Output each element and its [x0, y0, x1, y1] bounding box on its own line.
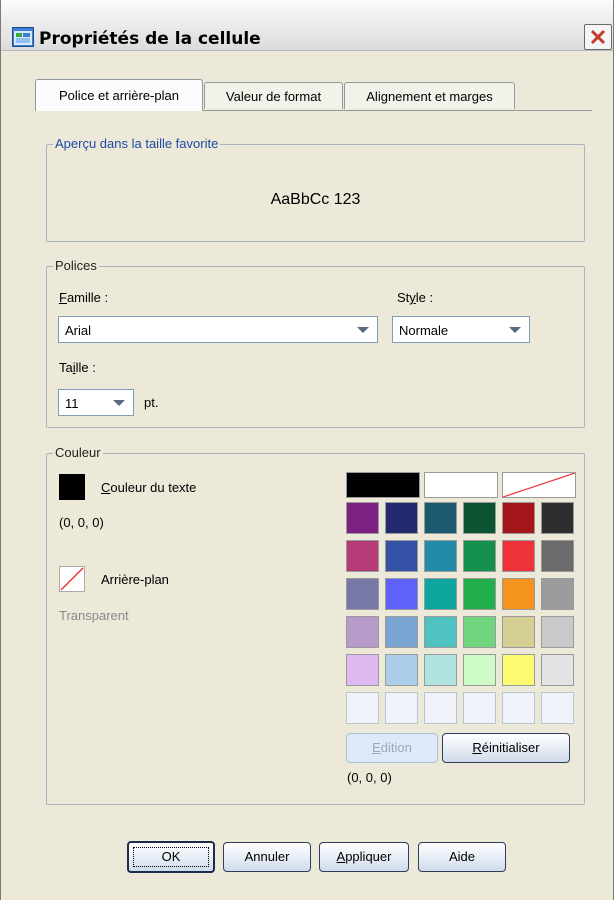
tab-label: Valeur de format — [225, 89, 322, 104]
tab-alignment-margins[interactable]: Alignement et marges — [344, 82, 515, 109]
palette-swatch[interactable] — [424, 578, 457, 610]
palette-swatch[interactable] — [346, 502, 379, 534]
font-family-select[interactable]: Arial — [58, 316, 378, 343]
palette-swatch[interactable] — [346, 616, 379, 648]
apply-button-label: Appliquer — [336, 849, 392, 864]
dialog-window: Propriétés de la cellule Police et arriè… — [0, 0, 614, 900]
palette-swatch[interactable] — [424, 654, 457, 686]
color-legend: Couleur — [53, 445, 103, 460]
palette-swatch[interactable] — [346, 692, 379, 724]
palette-swatch[interactable] — [541, 540, 574, 572]
edit-button-label: Edition — [372, 740, 412, 755]
palette-swatch[interactable] — [541, 616, 574, 648]
text-color-label[interactable]: Couleur du texte — [101, 480, 196, 495]
title-bar: Propriétés de la cellule — [1, 0, 613, 51]
palette-transparent-swatch[interactable] — [502, 472, 576, 498]
tab-font-background[interactable]: Police et arrière-plan — [35, 79, 203, 111]
transparent-icon — [60, 567, 84, 591]
tab-label: Police et arrière-plan — [59, 88, 179, 103]
size-label: Taille : — [59, 360, 96, 375]
palette-swatch[interactable] — [424, 616, 457, 648]
background-label[interactable]: Arrière-plan — [101, 572, 169, 587]
background-value: Transparent — [59, 608, 129, 623]
palette-swatch[interactable] — [346, 472, 420, 498]
palette-swatch[interactable] — [424, 692, 457, 724]
palette-swatch[interactable] — [502, 616, 535, 648]
palette-swatch[interactable] — [463, 692, 496, 724]
font-style-select[interactable]: Normale — [392, 316, 530, 343]
palette-swatch[interactable] — [385, 654, 418, 686]
focus-rect — [133, 847, 209, 867]
palette-swatch[interactable] — [463, 502, 496, 534]
help-button-label: Aide — [448, 849, 476, 864]
palette-swatch[interactable] — [424, 472, 498, 498]
ok-button[interactable]: OK — [127, 841, 215, 873]
preview-group: Aperçu dans la taille favorite AaBbCc 12… — [46, 136, 585, 242]
edit-button[interactable]: Edition — [346, 733, 438, 763]
family-label: Famille : — [59, 290, 109, 305]
palette-swatch[interactable] — [346, 654, 379, 686]
palette-swatch[interactable] — [463, 616, 496, 648]
preview-legend: Aperçu dans la taille favorite — [53, 136, 221, 151]
text-color-value: (0, 0, 0) — [59, 515, 104, 530]
tab-format-value[interactable]: Valeur de format — [204, 82, 343, 109]
font-size-value: 11 — [65, 396, 79, 411]
chevron-down-icon — [357, 327, 369, 333]
palette-swatch[interactable] — [541, 502, 574, 534]
selected-color-value: (0, 0, 0) — [347, 770, 392, 785]
tab-label: Alignement et marges — [366, 89, 493, 104]
font-family-value: Arial — [65, 323, 92, 338]
fonts-legend: Polices — [53, 258, 99, 273]
cancel-button-label: Annuler — [244, 849, 290, 864]
reset-button[interactable]: Réinitialiser — [442, 733, 570, 763]
apply-button[interactable]: Appliquer — [319, 842, 409, 872]
palette-swatch[interactable] — [385, 540, 418, 572]
palette-swatch[interactable] — [502, 502, 535, 534]
cancel-button[interactable]: Annuler — [223, 842, 311, 872]
font-style-value: Normale — [399, 323, 449, 338]
chevron-down-icon — [509, 327, 521, 333]
reset-button-label: Réinitialiser — [472, 740, 540, 755]
palette-swatch[interactable] — [463, 540, 496, 572]
palette-swatch[interactable] — [385, 616, 418, 648]
palette-swatch[interactable] — [502, 540, 535, 572]
text-color-swatch[interactable] — [59, 474, 85, 500]
palette-swatch[interactable] — [385, 502, 418, 534]
palette-swatch[interactable] — [463, 654, 496, 686]
style-label: Style : — [397, 290, 434, 305]
palette-swatch[interactable] — [502, 692, 535, 724]
chevron-down-icon — [113, 400, 125, 406]
preview-sample: AaBbCc 123 — [270, 191, 361, 208]
palette-swatch[interactable] — [424, 502, 457, 534]
window-title: Propriétés de la cellule — [39, 29, 261, 49]
palette-swatch[interactable] — [346, 578, 379, 610]
size-unit: pt. — [144, 395, 159, 410]
font-size-select[interactable]: 11 — [58, 389, 134, 416]
palette-swatch[interactable] — [541, 692, 574, 724]
close-icon — [590, 29, 606, 45]
background-color-swatch[interactable] — [59, 566, 85, 592]
palette-swatch[interactable] — [346, 540, 379, 572]
help-button[interactable]: Aide — [418, 842, 506, 872]
palette-swatch[interactable] — [463, 578, 496, 610]
palette-swatch[interactable] — [385, 578, 418, 610]
palette-swatch[interactable] — [385, 692, 418, 724]
palette-swatch[interactable] — [502, 654, 535, 686]
palette-swatch[interactable] — [541, 654, 574, 686]
palette-swatch[interactable] — [541, 578, 574, 610]
close-button[interactable] — [584, 24, 612, 50]
palette-swatch[interactable] — [424, 540, 457, 572]
palette-swatch[interactable] — [502, 578, 535, 610]
app-icon — [12, 27, 34, 47]
